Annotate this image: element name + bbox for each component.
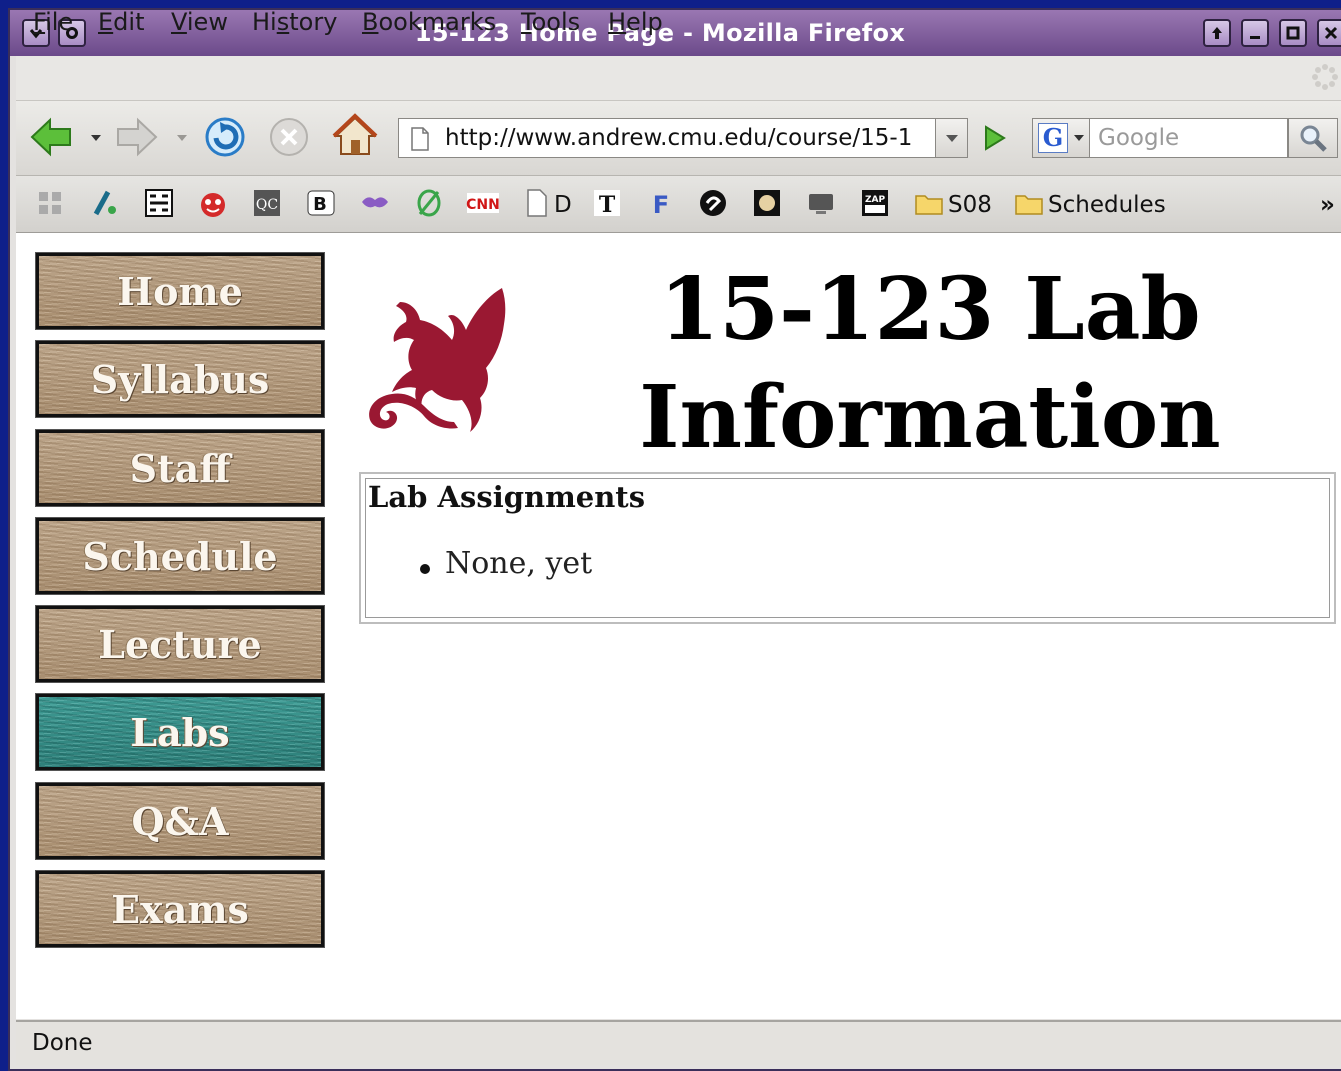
bookmark-nytimes-icon[interactable]: T (592, 188, 622, 218)
stop-icon (270, 118, 308, 156)
go-button[interactable] (974, 118, 1014, 158)
home-icon (332, 113, 378, 155)
close-icon (1324, 26, 1338, 40)
forward-history-dropdown[interactable] (174, 130, 190, 144)
bookmark-slash-icon[interactable] (90, 188, 120, 218)
nav-label: Syllabus (90, 356, 270, 402)
bookmark-swirl-icon[interactable] (698, 188, 728, 218)
page-title-line1: 15-123 Lab (659, 259, 1201, 360)
nav-label: Staff (129, 445, 231, 491)
nav-staff[interactable]: Staff (35, 429, 325, 507)
raise-window-button[interactable] (1203, 19, 1231, 47)
menu-bookmarks[interactable]: Bookmarks (362, 8, 496, 36)
google-icon: G (1038, 123, 1068, 153)
forward-arrow-icon (117, 117, 158, 157)
bookmark-devil-icon[interactable] (198, 188, 228, 218)
svg-text:CNN: CNN (466, 197, 500, 213)
dropdown-triangle-icon (91, 135, 101, 141)
nav-syllabus[interactable]: Syllabus (35, 340, 325, 418)
nav-qa[interactable]: Q&A (35, 782, 325, 860)
nav-label: Lecture (98, 621, 262, 667)
maximize-button[interactable] (1279, 19, 1307, 47)
page-title-line2: Information (639, 367, 1221, 468)
bookmarks-overflow-button[interactable]: » (1320, 190, 1335, 220)
stop-button[interactable] (266, 114, 312, 160)
status-bar: Done (16, 1020, 1341, 1065)
lab-assignments-heading: Lab Assignments (368, 480, 646, 514)
svg-text:ZAP: ZAP (865, 195, 885, 205)
search-engine-selector[interactable]: G (1032, 118, 1090, 158)
arrow-up-icon (1212, 27, 1222, 39)
bullet-icon (420, 564, 430, 574)
dropdown-triangle-icon (1074, 135, 1084, 141)
bookmark-d-label[interactable]: D (554, 190, 572, 220)
svg-text:F: F (653, 191, 669, 218)
nav-label: Q&A (131, 798, 229, 844)
griffin-logo-icon (362, 282, 510, 438)
nav-lecture[interactable]: Lecture (35, 605, 325, 683)
back-button[interactable] (28, 114, 74, 160)
maximize-icon (1286, 26, 1300, 40)
nav-label: Home (117, 268, 243, 314)
list-item: None, yet (445, 546, 593, 581)
svg-text:T: T (599, 192, 616, 218)
dropdown-triangle-icon (945, 135, 958, 142)
folder-icon (914, 188, 944, 218)
svg-text:QC: QC (256, 197, 278, 213)
bookmark-f-icon[interactable]: F (646, 188, 676, 218)
bookmark-cnn-icon[interactable]: CNN (466, 188, 500, 218)
bookmark-folder-s08[interactable]: S08 (948, 190, 992, 220)
menu-file[interactable]: File (33, 8, 73, 36)
magnifier-icon (1300, 125, 1327, 152)
url-history-dropdown[interactable] (936, 118, 968, 158)
dropdown-triangle-icon (177, 135, 187, 141)
search-button[interactable] (1288, 118, 1338, 158)
menu-help[interactable]: Help (608, 8, 663, 36)
menu-tools[interactable]: Tools (521, 8, 580, 36)
minimize-icon (1250, 36, 1260, 39)
bookmark-zap-icon[interactable]: ZAP (860, 188, 890, 218)
bookmark-pattern-icon[interactable] (144, 188, 174, 218)
nav-labs[interactable]: Labs (35, 693, 325, 771)
nav-schedule[interactable]: Schedule (35, 517, 325, 595)
menu-history[interactable]: History (252, 8, 337, 36)
menu-view[interactable]: View (171, 8, 228, 36)
reload-button[interactable] (202, 114, 248, 160)
go-arrow-icon (985, 125, 1006, 151)
url-text[interactable]: http://www.andrew.cmu.edu/course/15-1 (445, 119, 929, 157)
bookmark-bat-icon[interactable] (360, 188, 390, 218)
bookmark-monitor-icon[interactable] (806, 188, 836, 218)
nav-exams[interactable]: Exams (35, 870, 325, 948)
forward-button[interactable] (114, 114, 160, 160)
nav-label: Exams (111, 886, 249, 932)
nav-label: Labs (130, 709, 230, 755)
back-arrow-icon (30, 117, 71, 157)
nav-home[interactable]: Home (35, 252, 325, 330)
home-button[interactable] (332, 112, 378, 158)
bookmark-b-icon[interactable]: B (306, 188, 336, 218)
bookmark-planet-icon[interactable] (752, 188, 782, 218)
nav-label: Schedule (82, 533, 278, 579)
bookmark-qc-icon[interactable]: QC (252, 188, 282, 218)
bookmark-folder-schedules[interactable]: Schedules (1048, 190, 1166, 220)
page-icon (409, 127, 431, 151)
close-button[interactable] (1317, 19, 1341, 47)
bookmark-leaf-icon[interactable] (414, 188, 444, 218)
menu-edit[interactable]: Edit (98, 8, 144, 36)
search-input[interactable]: Google (1090, 118, 1288, 158)
throbber-icon (1310, 62, 1340, 92)
status-text: Done (32, 1030, 93, 1056)
back-history-dropdown[interactable] (88, 130, 104, 144)
folder-icon (1014, 188, 1044, 218)
bookmark-grid-icon[interactable] (36, 188, 66, 218)
page-title: 15-123 Lab Information (590, 256, 1270, 472)
minimize-button[interactable] (1241, 19, 1269, 47)
menu-bar (16, 56, 1341, 101)
reload-icon (205, 117, 245, 157)
url-bar[interactable]: http://www.andrew.cmu.edu/course/15-1 (398, 118, 936, 158)
svg-text:B: B (313, 194, 327, 215)
bookmark-page-icon[interactable] (522, 188, 552, 218)
